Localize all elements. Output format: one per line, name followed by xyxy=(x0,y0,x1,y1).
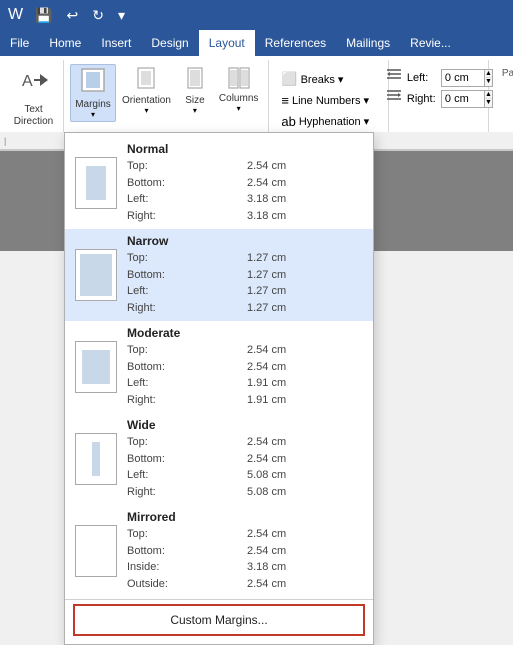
orientation-label: Orientation xyxy=(122,95,171,106)
narrow-margin-details: Top:1.27 cm Bottom:1.27 cm Left:1.27 cm … xyxy=(127,250,363,316)
text-direction-label: TextDirection xyxy=(14,104,53,128)
save-icon[interactable]: 💾 xyxy=(31,7,56,24)
indent-left-input[interactable]: 0 cm ▲ ▼ xyxy=(441,69,493,87)
size-label: Size xyxy=(185,95,204,106)
indent-left-icon xyxy=(385,68,403,87)
mirrored-margin-option[interactable]: Mirrored Top:2.54 cm Bottom:2.54 cm Insi… xyxy=(65,505,373,597)
breaks-icon: ⬜ xyxy=(281,71,297,87)
line-numbers-icon: ≡ xyxy=(281,93,289,108)
menu-bar: File Home Insert Design Layout Reference… xyxy=(0,30,513,56)
columns-btn[interactable]: Columns ▾ xyxy=(215,64,262,115)
moderate-margin-details: Top:2.54 cm Bottom:2.54 cm Left:1.91 cm … xyxy=(127,342,363,408)
menu-insert[interactable]: Insert xyxy=(91,30,141,56)
menu-layout[interactable]: Layout xyxy=(199,30,255,56)
hyphenation-label: Hyphenation ▾ xyxy=(299,115,369,128)
normal-thumb xyxy=(75,157,117,209)
normal-margin-info: Normal Top:2.54 cm Bottom:2.54 cm Left:3… xyxy=(127,142,363,224)
columns-label: Columns xyxy=(219,93,258,104)
more-icon[interactable]: ▾ xyxy=(114,7,129,24)
breaks-label: Breaks ▾ xyxy=(301,73,344,86)
page-break-group: ⬜ Breaks ▾ ≡ Line Numbers ▾ ab Hyphenati… xyxy=(269,60,389,132)
margins-label: Margins xyxy=(75,99,111,110)
text-direction-icon: A xyxy=(20,66,48,100)
redo-icon[interactable]: ↻ xyxy=(88,7,108,24)
margins-icon xyxy=(80,67,106,99)
word-icon: W xyxy=(8,6,23,24)
columns-arrow: ▾ xyxy=(237,104,241,113)
menu-design[interactable]: Design xyxy=(141,30,198,56)
mirrored-thumb xyxy=(75,525,117,577)
wide-margin-name: Wide xyxy=(127,418,363,432)
moderate-thumb-inner xyxy=(82,350,110,384)
ruler-marker: | xyxy=(4,136,6,146)
menu-references[interactable]: References xyxy=(255,30,336,56)
hyphenation-icon: ab xyxy=(281,114,295,129)
moderate-thumb xyxy=(75,341,117,393)
menu-file[interactable]: File xyxy=(0,30,39,56)
mirrored-margin-info: Mirrored Top:2.54 cm Bottom:2.54 cm Insi… xyxy=(127,510,363,592)
narrow-margin-info: Narrow Top:1.27 cm Bottom:1.27 cm Left:1… xyxy=(127,234,363,316)
wide-margin-details: Top:2.54 cm Bottom:2.54 cm Left:5.08 cm … xyxy=(127,434,363,500)
quick-access-toolbar: 💾 ↩ ↻ ▾ xyxy=(31,7,129,24)
size-icon xyxy=(184,66,206,95)
moderate-margin-name: Moderate xyxy=(127,326,363,340)
menu-mailings[interactable]: Mailings xyxy=(336,30,400,56)
moderate-margin-option[interactable]: Moderate Top:2.54 cm Bottom:2.54 cm Left… xyxy=(65,321,373,413)
breaks-btn[interactable]: ⬜ Breaks ▾ xyxy=(275,68,382,90)
indent-group: Left: 0 cm ▲ ▼ xyxy=(389,60,489,132)
narrow-thumb-inner xyxy=(80,254,112,296)
margins-arrow: ▾ xyxy=(91,110,95,119)
ribbon: A TextDirection xyxy=(0,56,513,151)
indent-left-label: Left: xyxy=(407,72,437,84)
wide-margin-info: Wide Top:2.54 cm Bottom:2.54 cm Left:5.0… xyxy=(127,418,363,500)
wide-margin-option[interactable]: Wide Top:2.54 cm Bottom:2.54 cm Left:5.0… xyxy=(65,413,373,505)
columns-icon xyxy=(227,66,251,93)
page-setup-group: Margins ▾ Orientation ▾ xyxy=(64,60,269,132)
paragraph-label: Parag... xyxy=(502,68,513,79)
menu-home[interactable]: Home xyxy=(39,30,91,56)
orientation-arrow: ▾ xyxy=(144,106,148,115)
indent-right-row: Right: 0 cm ▲ ▼ xyxy=(385,89,493,108)
orientation-btn[interactable]: Orientation ▾ xyxy=(118,64,175,117)
indent-left-row: Left: 0 cm ▲ ▼ xyxy=(385,68,493,87)
indent-right-input[interactable]: 0 cm ▲ ▼ xyxy=(441,90,493,108)
wide-thumb xyxy=(75,433,117,485)
size-btn[interactable]: Size ▾ xyxy=(177,64,213,117)
narrow-thumb xyxy=(75,249,117,301)
size-arrow: ▾ xyxy=(193,106,197,115)
text-direction-group: A TextDirection xyxy=(4,60,64,132)
orientation-icon xyxy=(135,66,157,95)
undo-icon[interactable]: ↩ xyxy=(63,7,83,24)
line-numbers-btn[interactable]: ≡ Line Numbers ▾ xyxy=(275,90,382,111)
wide-thumb-inner xyxy=(92,442,100,476)
custom-margins-btn[interactable]: Custom Margins... xyxy=(73,604,365,636)
indent-left-value: 0 cm xyxy=(442,70,484,86)
margins-btn[interactable]: Margins ▾ xyxy=(70,64,116,122)
narrow-margin-option[interactable]: Narrow Top:1.27 cm Bottom:1.27 cm Left:1… xyxy=(65,229,373,321)
mirrored-margin-details: Top:2.54 cm Bottom:2.54 cm Inside:3.18 c… xyxy=(127,526,363,592)
paragraph-group: Parag... xyxy=(489,60,513,132)
moderate-margin-info: Moderate Top:2.54 cm Bottom:2.54 cm Left… xyxy=(127,326,363,408)
normal-margin-details: Top:2.54 cm Bottom:2.54 cm Left:3.18 cm … xyxy=(127,158,363,224)
narrow-margin-name: Narrow xyxy=(127,234,363,248)
normal-margin-name: Normal xyxy=(127,142,363,156)
mirrored-margin-name: Mirrored xyxy=(127,510,363,524)
normal-margin-option[interactable]: Normal Top:2.54 cm Bottom:2.54 cm Left:3… xyxy=(65,137,373,229)
normal-thumb-inner xyxy=(86,166,106,200)
title-bar: W 💾 ↩ ↻ ▾ xyxy=(0,0,513,30)
line-numbers-label: Line Numbers ▾ xyxy=(292,94,369,107)
margins-dropdown: Normal Top:2.54 cm Bottom:2.54 cm Left:3… xyxy=(64,132,374,645)
indent-right-value: 0 cm xyxy=(442,91,484,107)
dropdown-separator xyxy=(65,599,373,600)
menu-review[interactable]: Revie... xyxy=(400,30,461,56)
indent-right-label: Right: xyxy=(407,93,437,105)
indent-right-icon xyxy=(385,89,403,108)
hyphenation-btn[interactable]: ab Hyphenation ▾ xyxy=(275,111,382,132)
svg-text:A: A xyxy=(22,73,33,90)
